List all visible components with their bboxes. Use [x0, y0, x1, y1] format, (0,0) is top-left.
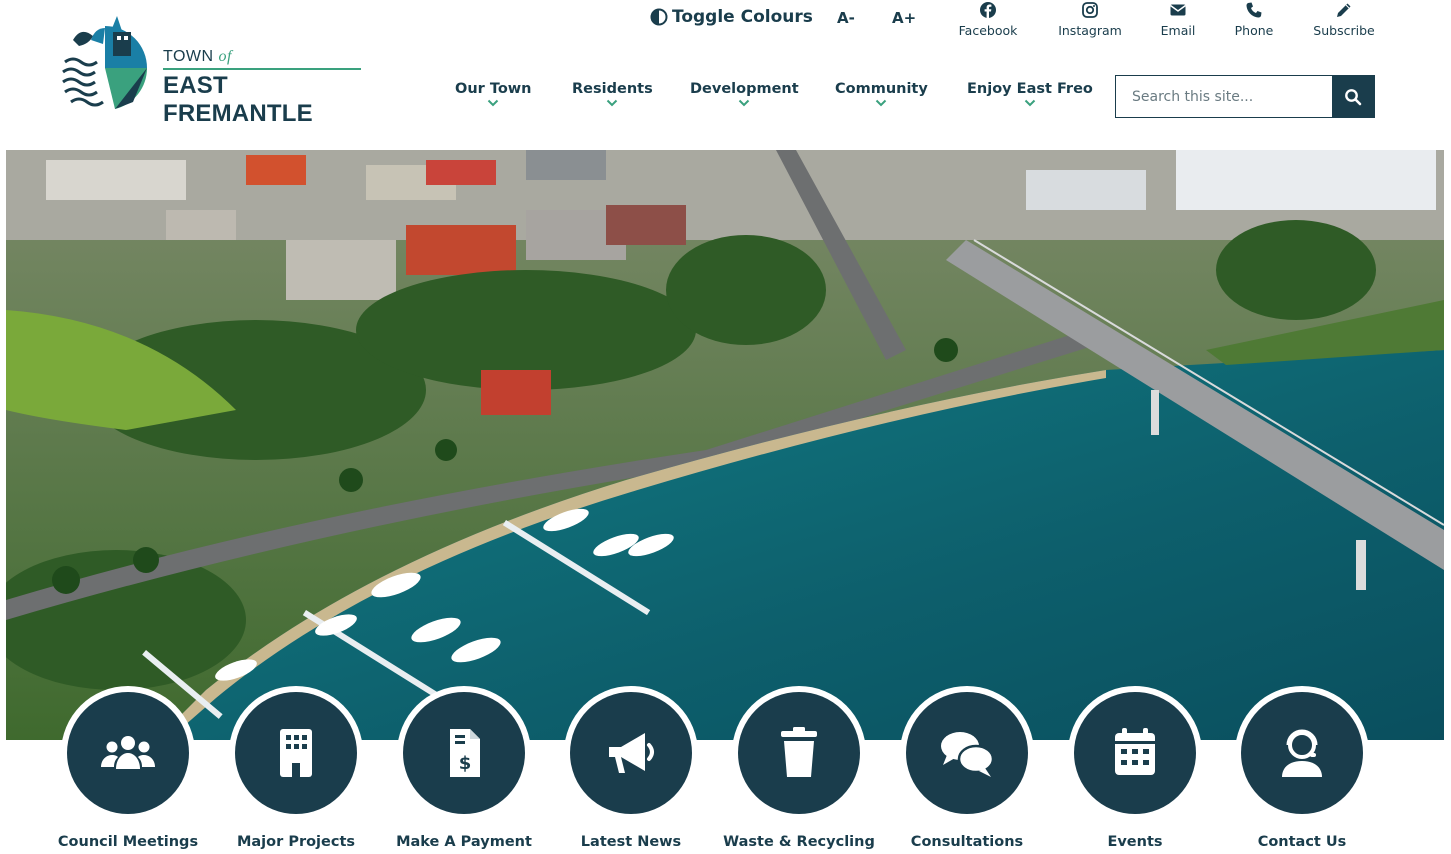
- quick-links: Council Meetings Major Projects $ Make A…: [0, 686, 1451, 854]
- quick-link-council-meetings[interactable]: Council Meetings: [48, 686, 208, 850]
- facebook-label: Facebook: [958, 23, 1018, 38]
- logo-town-text: TOWN: [163, 48, 214, 65]
- subscribe-label: Subscribe: [1313, 23, 1375, 38]
- quick-link-major-projects-label: Major Projects: [236, 834, 356, 850]
- headset-icon: [1282, 729, 1322, 777]
- toggle-colours-button[interactable]: Toggle Colours: [650, 7, 813, 27]
- facebook-link[interactable]: Facebook: [948, 0, 1028, 38]
- instagram-link[interactable]: Instagram: [1050, 0, 1130, 38]
- quick-link-consultations[interactable]: Consultations: [887, 686, 1047, 850]
- email-icon: [1170, 4, 1186, 16]
- toggle-colours-label: Toggle Colours: [672, 7, 813, 27]
- nav-our-town-label: Our Town: [455, 81, 532, 97]
- pencil-icon: [1337, 3, 1351, 17]
- people-group-icon: [101, 736, 155, 769]
- nav-community[interactable]: Community: [835, 81, 928, 107]
- quick-link-major-projects[interactable]: Major Projects: [216, 686, 376, 850]
- quick-link-council-meetings-label: Council Meetings: [57, 834, 199, 850]
- instagram-icon: [1082, 2, 1098, 18]
- font-increase-button[interactable]: A+: [892, 9, 916, 27]
- search-input[interactable]: [1116, 76, 1332, 117]
- chat-bubbles-icon: [941, 732, 995, 777]
- nav-enjoy-east-freo[interactable]: Enjoy East Freo: [967, 81, 1093, 107]
- svg-text:$: $: [459, 753, 472, 774]
- trash-can-icon: [781, 727, 817, 777]
- quick-link-make-a-payment[interactable]: $ Make A Payment: [384, 686, 544, 850]
- search-icon: [1345, 88, 1362, 105]
- nav-residents-label: Residents: [572, 81, 653, 97]
- phone-icon: [1246, 2, 1262, 18]
- phone-label: Phone: [1234, 23, 1274, 38]
- phone-link[interactable]: Phone: [1214, 0, 1294, 38]
- quick-link-contact-us-label: Contact Us: [1257, 834, 1347, 850]
- chevron-down-icon: [1024, 99, 1036, 107]
- nav-enjoy-east-freo-label: Enjoy East Freo: [967, 81, 1093, 97]
- nav-development[interactable]: Development: [690, 81, 799, 107]
- quick-link-waste-recycling[interactable]: Waste & Recycling: [719, 686, 879, 850]
- utility-bar: Toggle Colours A- A+ Facebook Instagram …: [0, 0, 1451, 44]
- email-label: Email: [1160, 23, 1196, 38]
- quick-link-events-label: Events: [1107, 834, 1163, 850]
- facebook-icon: [980, 2, 996, 18]
- logo-divider: [163, 68, 361, 70]
- nav-development-label: Development: [690, 81, 799, 97]
- instagram-label: Instagram: [1058, 23, 1122, 38]
- quick-link-consultations-label: Consultations: [910, 834, 1024, 850]
- quick-link-latest-news-label: Latest News: [580, 834, 682, 850]
- nav-residents[interactable]: Residents: [572, 81, 653, 107]
- quick-link-events[interactable]: Events: [1055, 686, 1215, 850]
- megaphone-icon: [609, 733, 654, 773]
- search-button[interactable]: [1332, 76, 1374, 117]
- chevron-down-icon: [739, 99, 750, 107]
- chevron-down-icon: [607, 99, 618, 107]
- email-link[interactable]: Email: [1138, 0, 1218, 38]
- nav-community-label: Community: [835, 81, 928, 97]
- logo-of-text: of: [218, 48, 232, 65]
- building-icon: [280, 729, 312, 777]
- quick-link-waste-recycling-label: Waste & Recycling: [723, 834, 875, 850]
- nav-our-town[interactable]: Our Town: [455, 81, 532, 107]
- font-decrease-button[interactable]: A-: [837, 9, 855, 27]
- chevron-down-icon: [488, 99, 499, 107]
- logo-title: EAST FREMANTLE: [163, 72, 313, 127]
- chevron-down-icon: [876, 99, 887, 107]
- calendar-icon: [1115, 728, 1155, 775]
- invoice-dollar-icon: $: [450, 729, 480, 777]
- quick-link-contact-us[interactable]: Contact Us: [1222, 686, 1382, 850]
- hero-image: [6, 150, 1444, 740]
- contrast-icon: [650, 8, 668, 26]
- subscribe-link[interactable]: Subscribe: [1304, 0, 1384, 38]
- quick-link-make-a-payment-label: Make A Payment: [396, 834, 532, 850]
- quick-link-latest-news[interactable]: Latest News: [551, 686, 711, 850]
- site-search: [1115, 75, 1375, 118]
